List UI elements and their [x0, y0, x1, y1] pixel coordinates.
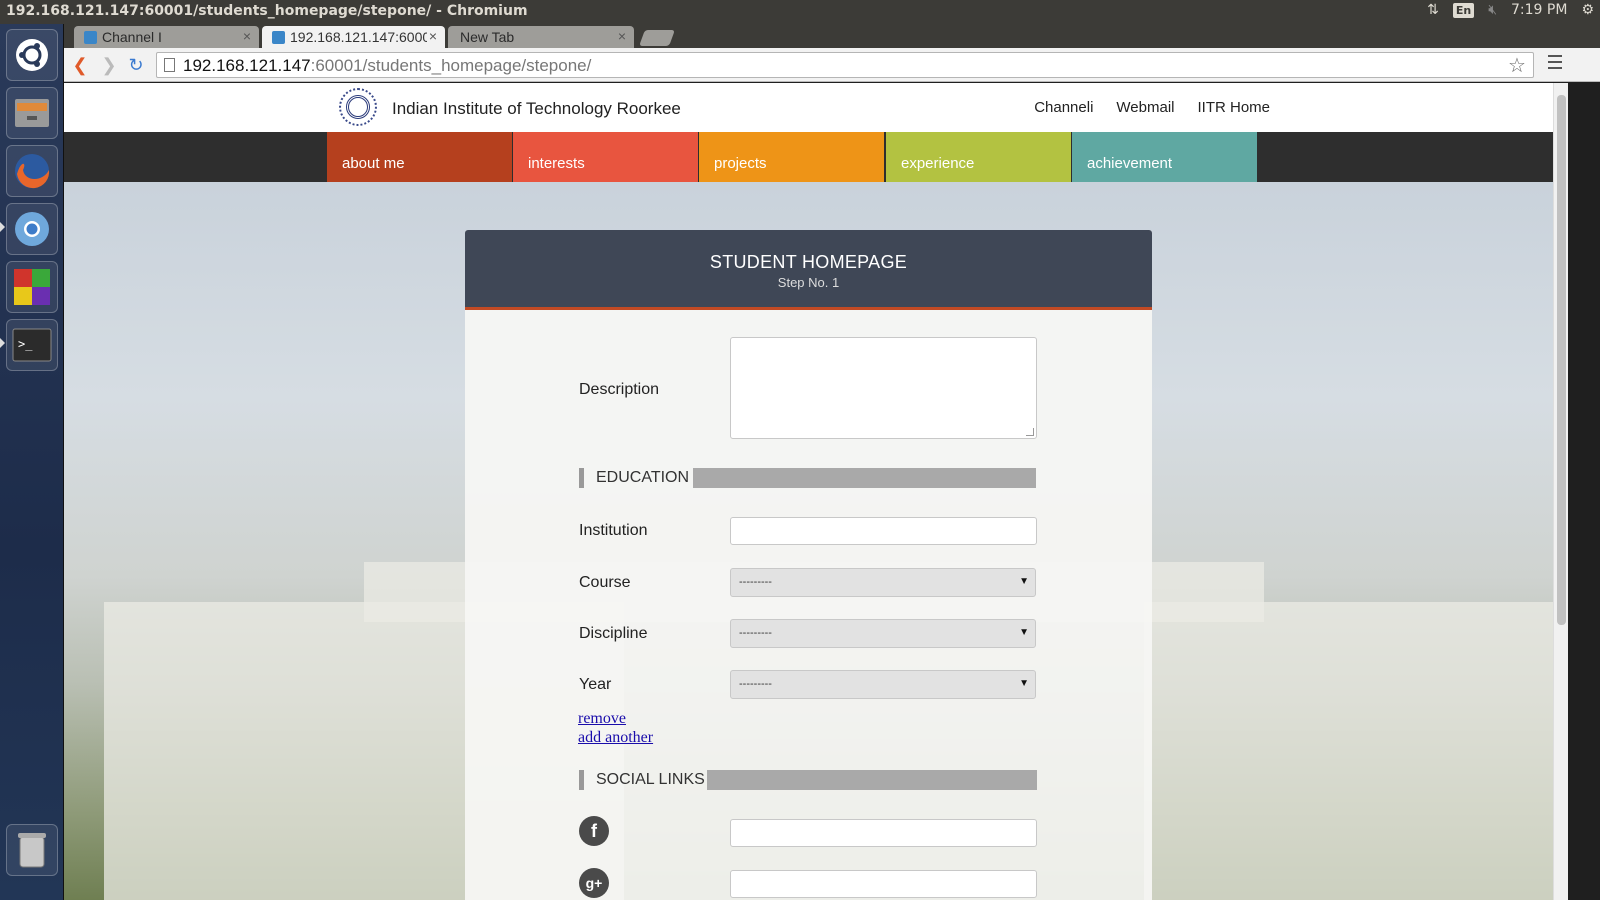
social-links-section-header: SOCIAL LINKS [579, 770, 1037, 790]
keyboard-layout-indicator[interactable]: En [1452, 2, 1475, 18]
tab-label: 192.168.121.147:6000 [290, 29, 431, 45]
nav-interests[interactable]: interests [513, 132, 698, 182]
chrome-menu-icon[interactable] [1548, 55, 1562, 73]
google-plus-icon: g+ [579, 868, 609, 898]
remove-education-link[interactable]: remove [578, 710, 626, 728]
education-section-header: EDUCATION [579, 468, 1037, 488]
new-tab-button[interactable] [639, 30, 675, 46]
discipline-selected-value: --------- [739, 627, 772, 639]
header-links: Channeli Webmail IITR Home [1034, 99, 1270, 116]
site-header: Indian Institute of Technology Roorkee C… [64, 83, 1553, 132]
course-label: Course [579, 574, 631, 591]
browser-tab-strip: Channel I × 192.168.121.147:6000 × New T… [64, 24, 1600, 48]
chromium-icon[interactable] [6, 203, 58, 255]
firefox-icon[interactable] [6, 145, 58, 197]
section-nav: about me interests projects experience a… [64, 132, 1553, 182]
facebook-url-input[interactable] [730, 819, 1037, 847]
settings-gear-icon[interactable]: ⚙ [1581, 2, 1594, 18]
education-section-title: EDUCATION [596, 469, 690, 486]
url-host: 192.168.121.147 [183, 56, 311, 75]
site-title: Indian Institute of Technology Roorkee [392, 99, 681, 118]
institution-label: Institution [579, 522, 648, 539]
back-arrow-icon[interactable]: ❮ [69, 54, 91, 76]
nav-projects[interactable]: projects [699, 132, 884, 182]
form-header: STUDENT HOMEPAGE Step No. 1 [465, 230, 1152, 310]
terminal-icon[interactable]: >_ [6, 319, 58, 371]
course-select[interactable]: --------- ▼ [730, 568, 1036, 597]
volume-muted-icon[interactable]: 🔇︎ [1488, 2, 1497, 18]
tab-label: Channel I [102, 29, 162, 45]
dropdown-caret-icon: ▼ [1019, 627, 1029, 638]
description-label: Description [579, 381, 660, 398]
url-path: :60001/students_homepage/stepone/ [310, 56, 592, 75]
dropdown-caret-icon: ▼ [1019, 576, 1029, 587]
google-plus-url-input[interactable] [730, 870, 1037, 898]
scrollbar-thumb[interactable] [1557, 95, 1566, 625]
close-tab-icon[interactable]: × [243, 28, 251, 44]
add-another-education-link[interactable]: add another [578, 729, 653, 747]
close-tab-icon[interactable]: × [618, 28, 626, 44]
course-selected-value: --------- [739, 576, 772, 588]
dropdown-caret-icon: ▼ [1019, 678, 1029, 689]
network-icon[interactable]: ⇅ [1427, 2, 1439, 18]
unity-launcher: >_ [0, 24, 64, 900]
trash-icon[interactable] [6, 824, 58, 876]
software-center-icon[interactable] [6, 261, 58, 313]
description-textarea[interactable] [730, 337, 1037, 439]
desktop-edge [1568, 83, 1600, 900]
social-links-section-title: SOCIAL LINKS [596, 771, 705, 788]
favicon-icon [272, 31, 285, 44]
reload-icon[interactable]: ↻ [125, 54, 147, 76]
iitr-logo [339, 88, 377, 126]
year-select[interactable]: --------- ▼ [730, 670, 1036, 699]
institution-input[interactable] [730, 517, 1037, 545]
files-icon[interactable] [6, 87, 58, 139]
system-tray: ⇅ En 🔇︎ 7:19 PM ⚙ [1427, 2, 1594, 18]
discipline-select[interactable]: --------- ▼ [730, 619, 1036, 648]
favicon-icon [84, 31, 97, 44]
year-label: Year [579, 676, 612, 693]
tab-current-page[interactable]: 192.168.121.147:6000 × [262, 26, 445, 48]
form-title: STUDENT HOMEPAGE [709, 252, 908, 272]
year-selected-value: --------- [739, 678, 772, 690]
window-title: 192.168.121.147:60001/students_homepage/… [6, 3, 528, 19]
ubuntu-dash-icon[interactable] [6, 29, 58, 81]
tab-label: New Tab [460, 29, 515, 45]
svg-text:>_: >_ [18, 337, 33, 351]
nav-about-me[interactable]: about me [327, 132, 512, 182]
tab-new-tab[interactable]: New Tab × [448, 26, 634, 48]
address-bar[interactable]: 192.168.121.147:60001/students_homepage/… [156, 52, 1534, 78]
clock[interactable]: 7:19 PM [1511, 2, 1567, 18]
browser-toolbar: ❮ ❯ ↻ 192.168.121.147:60001/students_hom… [64, 48, 1600, 82]
forward-arrow-icon[interactable]: ❯ [98, 54, 120, 76]
webmail-link[interactable]: Webmail [1116, 99, 1174, 116]
close-tab-icon[interactable]: × [426, 28, 437, 44]
student-homepage-form: STUDENT HOMEPAGE Step No. 1 Description … [465, 230, 1152, 900]
channeli-link[interactable]: Channeli [1034, 99, 1093, 116]
nav-experience[interactable]: experience [886, 132, 1071, 182]
nav-achievement[interactable]: achievement [1072, 132, 1257, 182]
form-step: Step No. 1 [777, 275, 840, 290]
discipline-label: Discipline [579, 625, 648, 642]
page-scrollbar[interactable] [1553, 83, 1568, 900]
page-viewport: Indian Institute of Technology Roorkee C… [64, 83, 1553, 900]
bookmark-star-icon[interactable]: ☆ [1508, 53, 1526, 78]
top-panel: 192.168.121.147:60001/students_homepage/… [0, 0, 1600, 24]
iitr-home-link[interactable]: IITR Home [1197, 99, 1270, 116]
tab-channel-i[interactable]: Channel I × [74, 26, 259, 48]
page-icon [164, 58, 175, 72]
facebook-icon: f [579, 816, 609, 846]
